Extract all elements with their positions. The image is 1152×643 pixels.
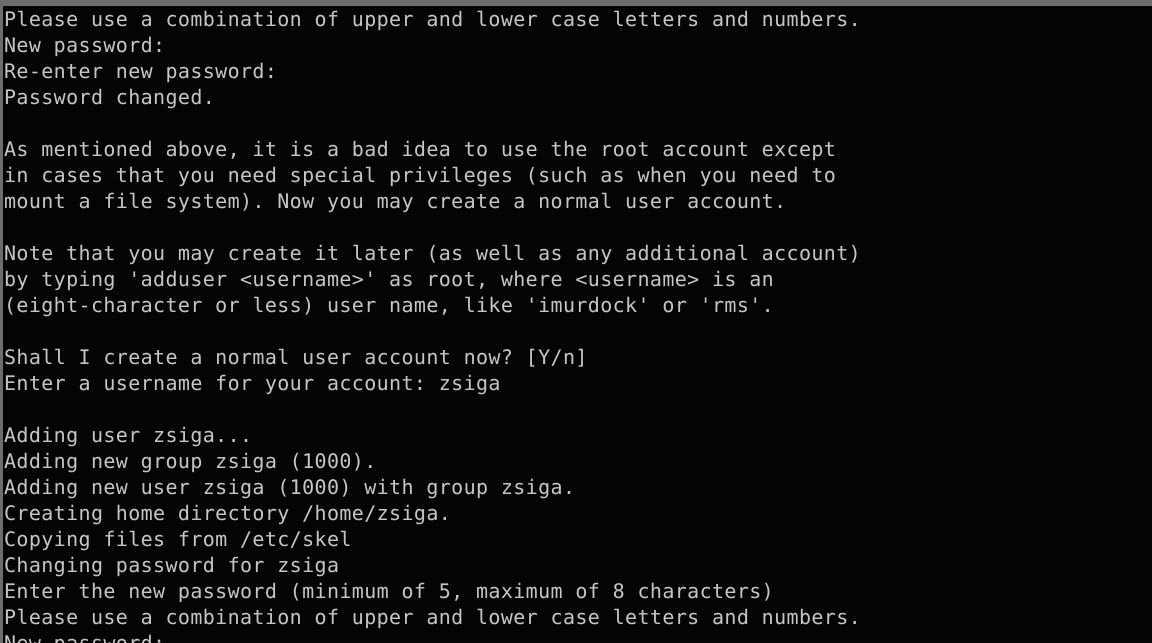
terminal-line: Password changed. [4,85,216,109]
terminal-line: New password: [4,33,166,57]
terminal-line: Please use a combination of upper and lo… [4,7,862,31]
terminal-line: Please use a combination of upper and lo… [4,605,862,629]
terminal-line: Changing password for zsiga [4,553,340,577]
console-window: Please use a combination of upper and lo… [0,0,1152,643]
terminal-prompt-label: New password: [4,631,166,643]
terminal-line: As mentioned above, it is a bad idea to … [4,137,837,161]
terminal-line: Adding user zsiga... [4,423,253,447]
terminal-line: Re-enter new password: [4,59,278,83]
terminal-line: Creating home directory /home/zsiga. [4,501,452,525]
terminal-screen[interactable]: Please use a combination of upper and lo… [3,6,1152,643]
terminal-line: by typing 'adduser <username>' as root, … [4,267,775,291]
terminal-line: in cases that you need special privilege… [4,163,837,187]
terminal-line: Note that you may create it later (as we… [4,241,862,265]
terminal-line: Adding new user zsiga (1000) with group … [4,475,576,499]
terminal-prompt-line[interactable]: New password: [3,630,1152,643]
terminal-line: mount a file system). Now you may create… [4,189,787,213]
terminal-line-prompt-create-user: Shall I create a normal user account now… [4,345,588,369]
terminal-line: Adding new group zsiga (1000). [4,449,377,473]
terminal-line: Enter the new password (minimum of 5, ma… [4,579,775,603]
terminal-line: (eight-character or less) user name, lik… [4,293,775,317]
terminal-line-prompt-username: Enter a username for your account: zsiga [4,371,501,395]
terminal-line: Copying files from /etc/skel [4,527,352,551]
